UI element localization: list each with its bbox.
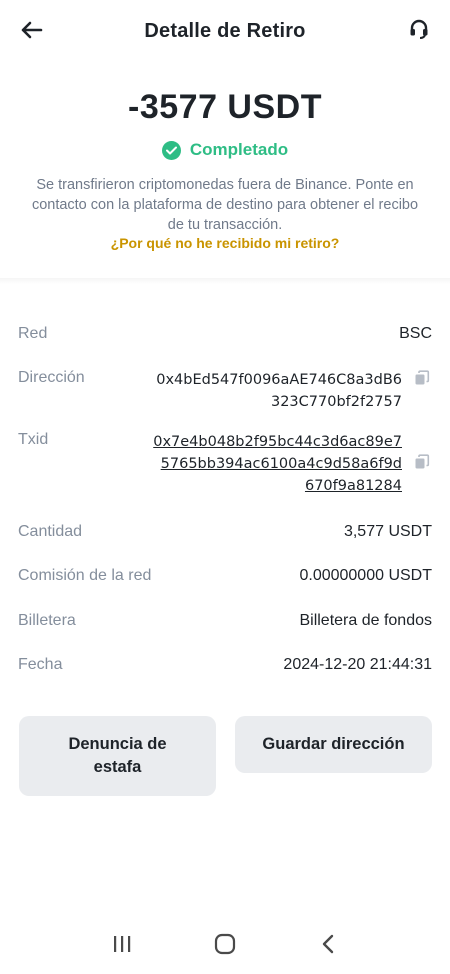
- status-description: Se transfirieron criptomonedas fuera de …: [31, 177, 419, 233]
- system-nav-bar: [0, 914, 450, 974]
- amount-row: Cantidad 3,577 USDT: [18, 523, 432, 545]
- report-scam-button[interactable]: Denuncia de estafa: [19, 716, 216, 796]
- address-value: 0x4bEd547f0096aAE746C8a3dB6323C770bf2f27…: [156, 372, 402, 410]
- fee-value: 0.00000000 USDT: [299, 567, 432, 584]
- address-row: Dirección 0x4bEd547f0096aAE746C8a3dB6323…: [18, 369, 432, 415]
- date-row: Fecha 2024-12-20 21:44:31: [18, 656, 432, 678]
- copy-txid-icon[interactable]: [414, 454, 430, 470]
- system-back-button[interactable]: [313, 929, 343, 959]
- home-icon: [214, 933, 236, 955]
- back-button[interactable]: [18, 18, 46, 42]
- network-label: Red: [18, 325, 48, 342]
- status-badge: Completado: [0, 140, 450, 160]
- headset-icon: [410, 19, 428, 39]
- network-value: BSC: [399, 325, 432, 342]
- amount-value: 3,577 USDT: [343, 523, 432, 540]
- copy-address-icon[interactable]: [414, 370, 430, 386]
- status-label: Completado: [189, 140, 289, 159]
- top-bar: Detalle de Retiro: [0, 0, 450, 62]
- back-chevron-icon: [323, 934, 334, 954]
- txid-row: Txid 0x7e4b048b2f95bc44c3d6ac89e75765bb3…: [18, 431, 432, 499]
- page-title: Detalle de Retiro: [144, 19, 306, 42]
- amount-label: Cantidad: [18, 523, 83, 540]
- fee-label: Comisión de la red: [18, 567, 152, 584]
- date-value: 2024-12-20 21:44:31: [283, 656, 432, 673]
- recent-apps-icon: [113, 936, 130, 952]
- home-button[interactable]: [210, 929, 240, 959]
- not-received-link[interactable]: ¿Por qué no he recibido mi retiro?: [0, 235, 450, 251]
- arrow-left-icon: [21, 21, 43, 39]
- section-divider: [0, 278, 450, 284]
- wallet-label: Billetera: [18, 612, 76, 629]
- save-address-button[interactable]: Guardar dirección: [235, 716, 432, 773]
- txid-label: Txid: [18, 431, 49, 448]
- recent-apps-button[interactable]: [107, 929, 137, 959]
- fee-row: Comisión de la red 0.00000000 USDT: [18, 567, 432, 589]
- network-row: Red BSC: [18, 325, 432, 347]
- withdrawal-amount: -3577 USDT: [128, 88, 322, 126]
- date-label: Fecha: [18, 656, 63, 673]
- address-label: Dirección: [18, 369, 85, 386]
- wallet-value: Billetera de fondos: [299, 612, 432, 629]
- wallet-row: Billetera Billetera de fondos: [18, 612, 432, 634]
- support-button[interactable]: [406, 16, 432, 42]
- check-circle-icon: [161, 140, 181, 160]
- txid-link[interactable]: 0x7e4b048b2f95bc44c3d6ac89e75765bb394ac6…: [152, 431, 402, 497]
